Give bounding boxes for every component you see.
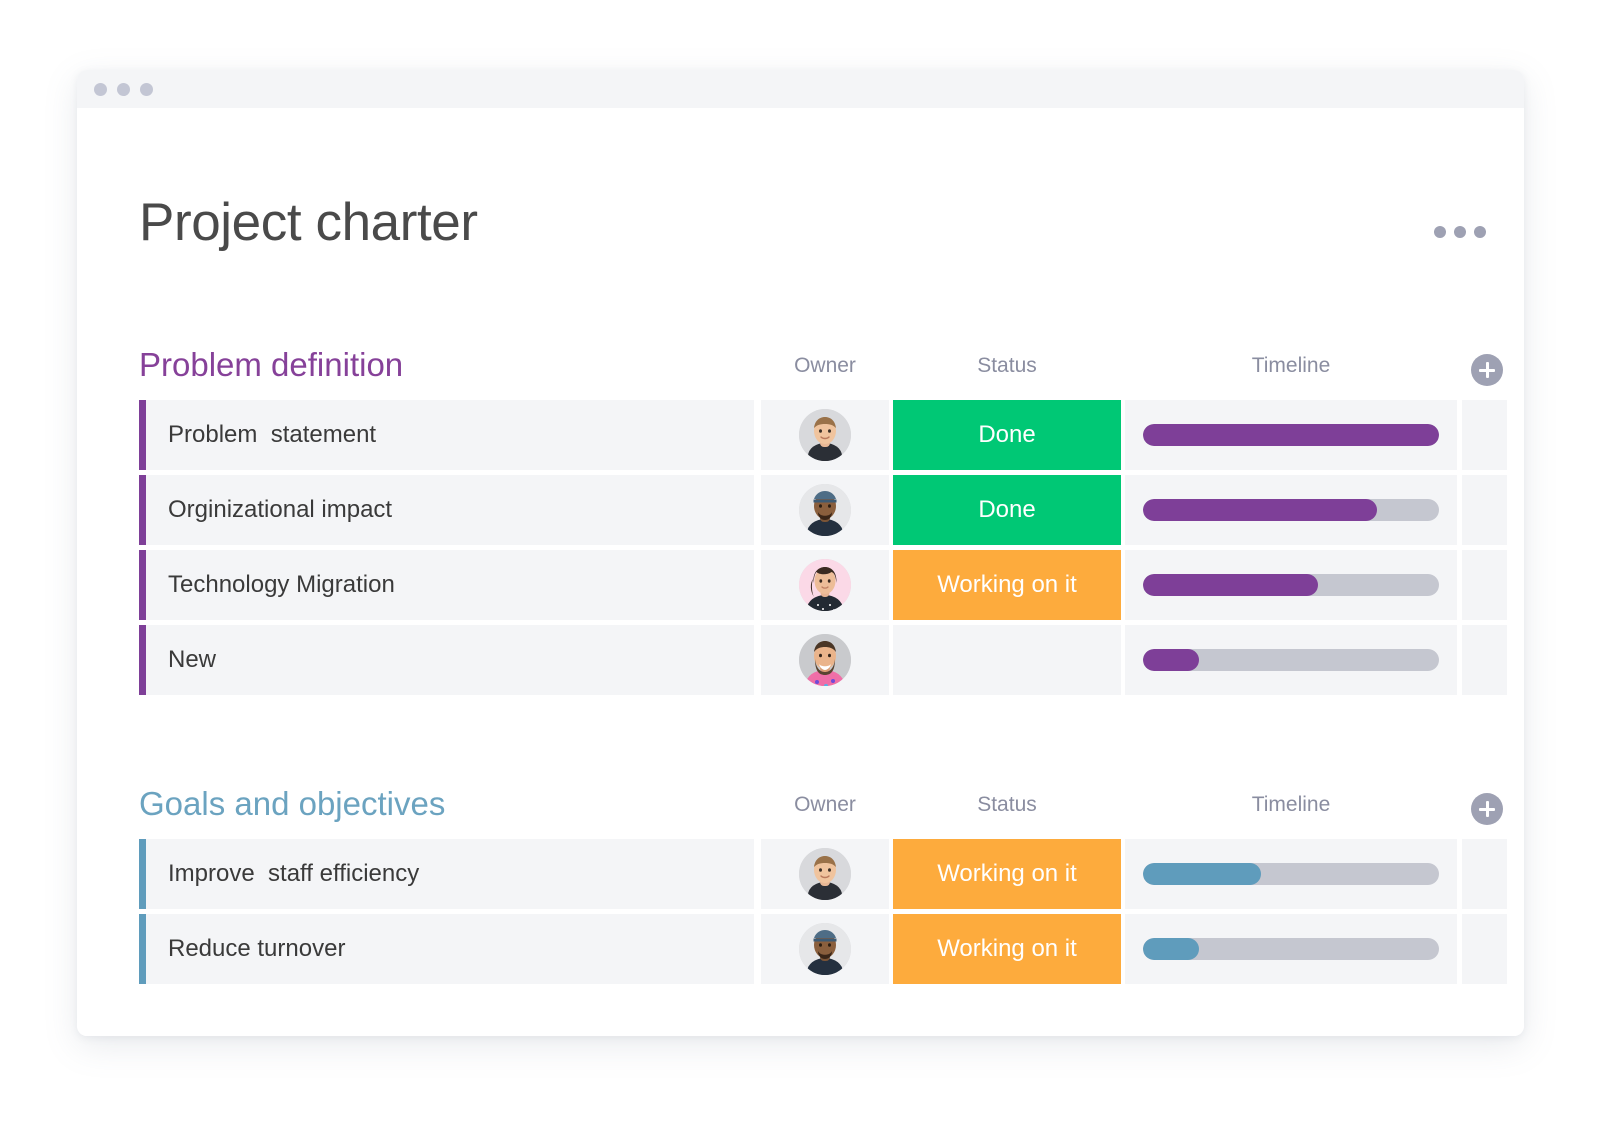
item-name-label: Problem statement — [168, 421, 377, 448]
cell-owner[interactable] — [761, 475, 889, 545]
group-title[interactable]: Problem definition — [139, 344, 403, 386]
add-column-icon[interactable] — [1471, 354, 1503, 386]
cell-empty-trailing[interactable] — [1462, 400, 1507, 470]
cell-item-name[interactable]: Technology Migration — [146, 550, 754, 620]
cell-timeline[interactable] — [1125, 550, 1457, 620]
timeline-progress-fill — [1143, 574, 1318, 596]
column-header-timeline[interactable]: Timeline — [1125, 352, 1457, 380]
timeline-progress-fill — [1143, 649, 1200, 671]
status-badge-label: Working on it — [937, 860, 1077, 887]
cell-owner[interactable] — [761, 914, 889, 984]
kebab-menu-icon[interactable] — [1434, 226, 1486, 238]
avatar-man-blond — [799, 848, 851, 900]
group-header: Goals and objectives Owner Status Timeli… — [77, 783, 1524, 839]
row-accent-bar — [139, 550, 146, 620]
window-title-bar — [77, 70, 1524, 108]
group-problem-definition: Problem definition Owner Status Timeline… — [77, 344, 1524, 700]
item-name-label: Improve staff efficiency — [168, 860, 420, 887]
column-header-owner[interactable]: Owner — [761, 791, 889, 819]
avatar-man-beard — [799, 634, 851, 686]
column-header-timeline[interactable]: Timeline — [1125, 791, 1457, 819]
row-accent-bar — [139, 475, 146, 545]
screenshot-stage: Project charter Problem definition Owner… — [0, 0, 1600, 1124]
app-window: Project charter Problem definition Owner… — [77, 70, 1524, 1036]
page-content: Project charter Problem definition Owner… — [77, 108, 1524, 1036]
cell-status[interactable]: Done — [893, 475, 1121, 545]
cell-status[interactable]: Working on it — [893, 914, 1121, 984]
item-name-label: Technology Migration — [168, 571, 395, 598]
timeline-track[interactable] — [1143, 863, 1439, 885]
timeline-track[interactable] — [1143, 424, 1439, 446]
status-badge-label: Working on it — [937, 571, 1077, 598]
timeline-track[interactable] — [1143, 649, 1439, 671]
column-header-owner[interactable]: Owner — [761, 352, 889, 380]
row-accent-bar — [139, 625, 146, 695]
item-name-label: Orginizational impact — [168, 496, 393, 523]
avatar-man-blond — [799, 409, 851, 461]
cell-status[interactable]: Working on it — [893, 839, 1121, 909]
group-title[interactable]: Goals and objectives — [139, 783, 445, 825]
timeline-progress-fill — [1143, 499, 1377, 521]
cell-owner[interactable] — [761, 550, 889, 620]
cell-status[interactable] — [893, 625, 1121, 695]
column-header-status[interactable]: Status — [893, 791, 1121, 819]
cell-timeline[interactable] — [1125, 475, 1457, 545]
status-badge-label: Done — [978, 421, 1036, 448]
cell-item-name[interactable]: Improve staff efficiency — [146, 839, 754, 909]
kebab-dot — [1434, 226, 1446, 238]
group-header: Problem definition Owner Status Timeline — [77, 344, 1524, 400]
cell-timeline[interactable] — [1125, 914, 1457, 984]
item-name-label: Reduce turnover — [168, 935, 346, 962]
cell-status[interactable]: Done — [893, 400, 1121, 470]
column-header-status[interactable]: Status — [893, 352, 1121, 380]
cell-empty-trailing[interactable] — [1462, 625, 1507, 695]
cell-timeline[interactable] — [1125, 625, 1457, 695]
group-rows: Problem statement Done Orginizational impa… — [77, 400, 1524, 695]
page-title: Project charter — [139, 193, 478, 252]
cell-timeline[interactable] — [1125, 839, 1457, 909]
cell-empty-trailing[interactable] — [1462, 839, 1507, 909]
table-row[interactable]: Technology Migration Working on it — [77, 550, 1524, 620]
cell-item-name[interactable]: New — [146, 625, 754, 695]
table-row[interactable]: Orginizational impact Done — [77, 475, 1524, 545]
cell-status[interactable]: Working on it — [893, 550, 1121, 620]
avatar-woman-pink — [799, 559, 851, 611]
cell-empty-trailing[interactable] — [1462, 475, 1507, 545]
window-dot-close[interactable] — [94, 82, 107, 96]
timeline-progress-fill — [1143, 424, 1439, 446]
cell-item-name[interactable]: Problem statement — [146, 400, 754, 470]
timeline-progress-fill — [1143, 938, 1200, 960]
cell-empty-trailing[interactable] — [1462, 914, 1507, 984]
timeline-progress-fill — [1143, 863, 1262, 885]
timeline-track[interactable] — [1143, 938, 1439, 960]
cell-owner[interactable] — [761, 839, 889, 909]
cell-owner[interactable] — [761, 400, 889, 470]
cell-empty-trailing[interactable] — [1462, 550, 1507, 620]
kebab-dot — [1454, 226, 1466, 238]
timeline-track[interactable] — [1143, 574, 1439, 596]
cell-item-name[interactable]: Reduce turnover — [146, 914, 754, 984]
table-row[interactable]: New — [77, 625, 1524, 695]
status-badge-label: Working on it — [937, 935, 1077, 962]
table-row[interactable]: Improve staff efficiency Working on it — [77, 839, 1524, 909]
cell-item-name[interactable]: Orginizational impact — [146, 475, 754, 545]
status-badge-label: Done — [978, 496, 1036, 523]
window-dot-minimize[interactable] — [117, 82, 130, 96]
timeline-track[interactable] — [1143, 499, 1439, 521]
table-row[interactable]: Reduce turnover Working on it — [77, 914, 1524, 984]
kebab-dot — [1474, 226, 1486, 238]
group-goals-and-objectives: Goals and objectives Owner Status Timeli… — [77, 783, 1524, 989]
cell-owner[interactable] — [761, 625, 889, 695]
avatar-man-cap — [799, 923, 851, 975]
cell-timeline[interactable] — [1125, 400, 1457, 470]
row-accent-bar — [139, 839, 146, 909]
row-accent-bar — [139, 914, 146, 984]
window-dot-maximize[interactable] — [140, 82, 153, 96]
row-accent-bar — [139, 400, 146, 470]
group-rows: Improve staff efficiency Working on it Red… — [77, 839, 1524, 984]
avatar-man-cap — [799, 484, 851, 536]
table-row[interactable]: Problem statement Done — [77, 400, 1524, 470]
item-name-label: New — [168, 646, 217, 673]
add-column-icon[interactable] — [1471, 793, 1503, 825]
